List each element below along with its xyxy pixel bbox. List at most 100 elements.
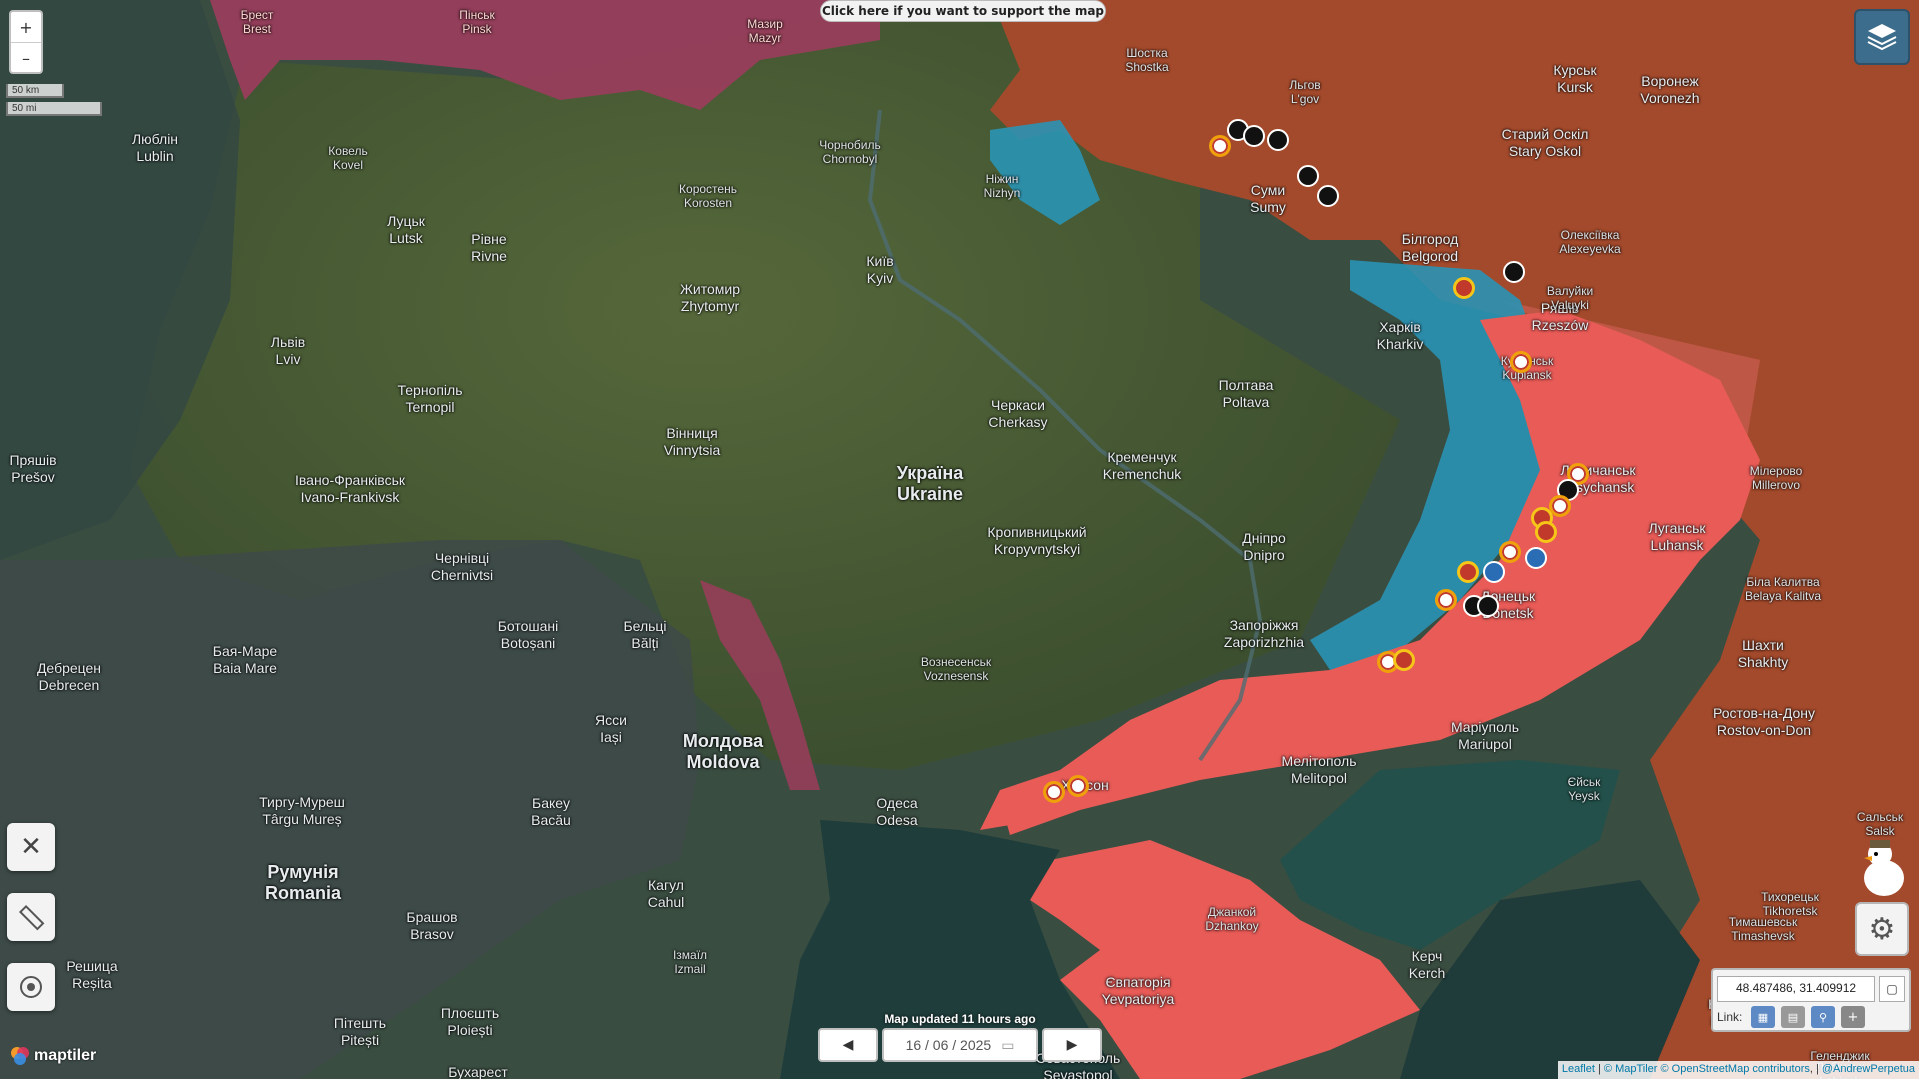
link-center-button[interactable]: + [1841, 1006, 1865, 1028]
goose-mascot-icon [1864, 840, 1904, 896]
city-label: Кременчук Kremenchuk [1102, 449, 1182, 482]
city-label: Полтава Poltava [1218, 377, 1274, 410]
city-label: Київ Kyiv [866, 253, 894, 286]
map-event-marker[interactable] [1477, 595, 1499, 617]
zoom-out-button[interactable]: – [11, 43, 41, 73]
city-label: Пітешть Pitești [333, 1015, 387, 1048]
map-event-marker[interactable] [1243, 125, 1265, 147]
link-label: Link: [1717, 1010, 1743, 1024]
next-date-button[interactable]: ▶ [1042, 1028, 1102, 1062]
map-canvas[interactable]: Click here if you want to support the ma… [0, 0, 1919, 1079]
measure-tool-button[interactable] [7, 893, 55, 941]
date-value: 16 / 06 / 2025 [905, 1037, 992, 1053]
zoom-in-button[interactable]: + [11, 12, 41, 43]
city-label: Ковель Kovel [328, 144, 368, 172]
city-label: Шахти Shakhty [1737, 637, 1789, 670]
gear-icon: ⚙ [1868, 911, 1896, 947]
maptiler-label: maptiler [34, 1047, 97, 1064]
city-label: Молдова Moldova [682, 731, 764, 772]
city-label: Івано-Франківськ Ivano-Frankivsk [294, 472, 406, 505]
city-label: Валуйки Valuyki [1546, 284, 1594, 312]
city-label: Україна Ukraine [896, 463, 964, 504]
city-label: Бая-Маре Baia Mare [212, 643, 278, 676]
city-label: Дніпро Dnipro [1242, 530, 1286, 563]
city-label: Воронеж Voronezh [1640, 73, 1700, 106]
city-label: Льгов L'gov [1289, 78, 1321, 106]
city-label: Румунія Romania [264, 862, 342, 903]
previous-date-button[interactable]: ◀ [818, 1028, 878, 1062]
settings-button[interactable]: ⚙ [1855, 902, 1909, 956]
city-label: Ніжин Nizhyn [983, 172, 1021, 200]
city-label: Львів Lviv [270, 334, 306, 367]
city-label: Вінниця Vinnytsia [663, 425, 721, 458]
map-event-marker[interactable] [1297, 165, 1319, 187]
link-calendar-button[interactable]: ▦ [1751, 1006, 1775, 1028]
city-label: Решица Reșita [66, 958, 118, 991]
city-label: Ясси Iași [595, 712, 627, 745]
city-label: Керч Kerch [1408, 948, 1446, 981]
locate-tool-button[interactable] [7, 963, 55, 1011]
map-event-marker[interactable] [1435, 589, 1457, 611]
x-icon: ✕ [20, 832, 42, 862]
map-event-marker[interactable] [1535, 521, 1557, 543]
copy-icon: ▢ [1886, 982, 1898, 996]
city-label: Суми Sumy [1250, 182, 1286, 215]
city-label: Брест Brest [240, 8, 274, 36]
support-banner-button[interactable]: Click here if you want to support the ma… [820, 0, 1106, 22]
map-event-marker[interactable] [1499, 541, 1521, 563]
city-label: Люблін Lublin [131, 131, 179, 164]
city-label: Пінськ Pinsk [459, 8, 495, 36]
osm-link[interactable]: © OpenStreetMap contributors [1661, 1063, 1810, 1075]
city-label: Джанкой Dzhankoy [1205, 905, 1259, 933]
x-tool-button[interactable]: ✕ [7, 823, 55, 871]
city-label: Олексіївка Alexeyevka [1559, 228, 1621, 256]
city-label: Тихорецьк Tikhoretsk [1761, 890, 1819, 918]
zoom-control: + – [9, 10, 43, 74]
map-base-layer [0, 0, 1919, 1079]
map-event-marker[interactable] [1483, 561, 1505, 583]
city-label: Тернопіль Ternopil [397, 382, 463, 415]
coordinates-panel: 48.487486, 31.409912 ▢ Link: ▦ ▤ ⚲ + [1711, 968, 1911, 1032]
city-label: Чорнобиль Chornobyl [819, 138, 881, 166]
map-event-marker[interactable] [1453, 277, 1475, 299]
author-link[interactable]: @AndrewPerpetua [1822, 1063, 1915, 1075]
city-label: Луцьк Lutsk [387, 213, 425, 246]
map-event-marker[interactable] [1067, 775, 1089, 797]
city-label: Ростов-на-Дону Rostov-on-Don [1713, 705, 1815, 738]
map-event-marker[interactable] [1503, 261, 1525, 283]
city-label: Брашов Brasov [406, 909, 458, 942]
map-event-marker[interactable] [1510, 351, 1532, 373]
attribution: Leaflet | © MapTiler © OpenStreetMap con… [1557, 1061, 1919, 1079]
city-label: Євпаторія Yevpatoriya [1101, 974, 1175, 1007]
maptiler-logo-icon [11, 1047, 29, 1065]
map-event-marker[interactable] [1457, 561, 1479, 583]
target-icon [20, 976, 42, 998]
city-label: Тимашевськ Timashevsk [1728, 915, 1798, 943]
maptiler-link[interactable]: © MapTiler [1604, 1063, 1658, 1075]
map-event-marker[interactable] [1525, 547, 1547, 569]
city-label: Мазир Mazyr [747, 17, 783, 45]
city-label: Чернівці Chernivtsi [430, 550, 494, 583]
map-event-marker[interactable] [1317, 185, 1339, 207]
arrow-right-icon: ▶ [1066, 1037, 1078, 1053]
city-label: Білгород Belgorod [1401, 231, 1459, 264]
copy-coordinates-button[interactable]: ▢ [1879, 976, 1905, 1002]
city-label: Єйськ Yeysk [1567, 775, 1601, 803]
scale-km: 50 km [6, 84, 64, 98]
layers-icon [1867, 24, 1897, 51]
city-label: Запоріжжя Zaporizhzhia [1223, 617, 1305, 650]
map-event-marker[interactable] [1393, 649, 1415, 671]
date-picker[interactable]: 16 / 06 / 2025 ▭ [882, 1028, 1038, 1062]
city-label: Біла Калитва Belaya Kalitva [1744, 575, 1822, 603]
link-map-button[interactable]: ▤ [1781, 1006, 1805, 1028]
layers-button[interactable] [1854, 9, 1910, 65]
city-label: Вознесенськ Voznesensk [920, 655, 992, 683]
map-event-marker[interactable] [1043, 781, 1065, 803]
map-event-marker[interactable] [1267, 129, 1289, 151]
city-label: Бакеу Bacău [531, 795, 571, 828]
link-zoom-button[interactable]: ⚲ [1811, 1006, 1835, 1028]
map-event-marker[interactable] [1209, 135, 1231, 157]
leaflet-link[interactable]: Leaflet [1562, 1063, 1595, 1075]
coordinates-field[interactable]: 48.487486, 31.409912 [1717, 976, 1875, 1002]
map-updated-label: Map updated 11 hours ago [884, 1012, 1036, 1026]
